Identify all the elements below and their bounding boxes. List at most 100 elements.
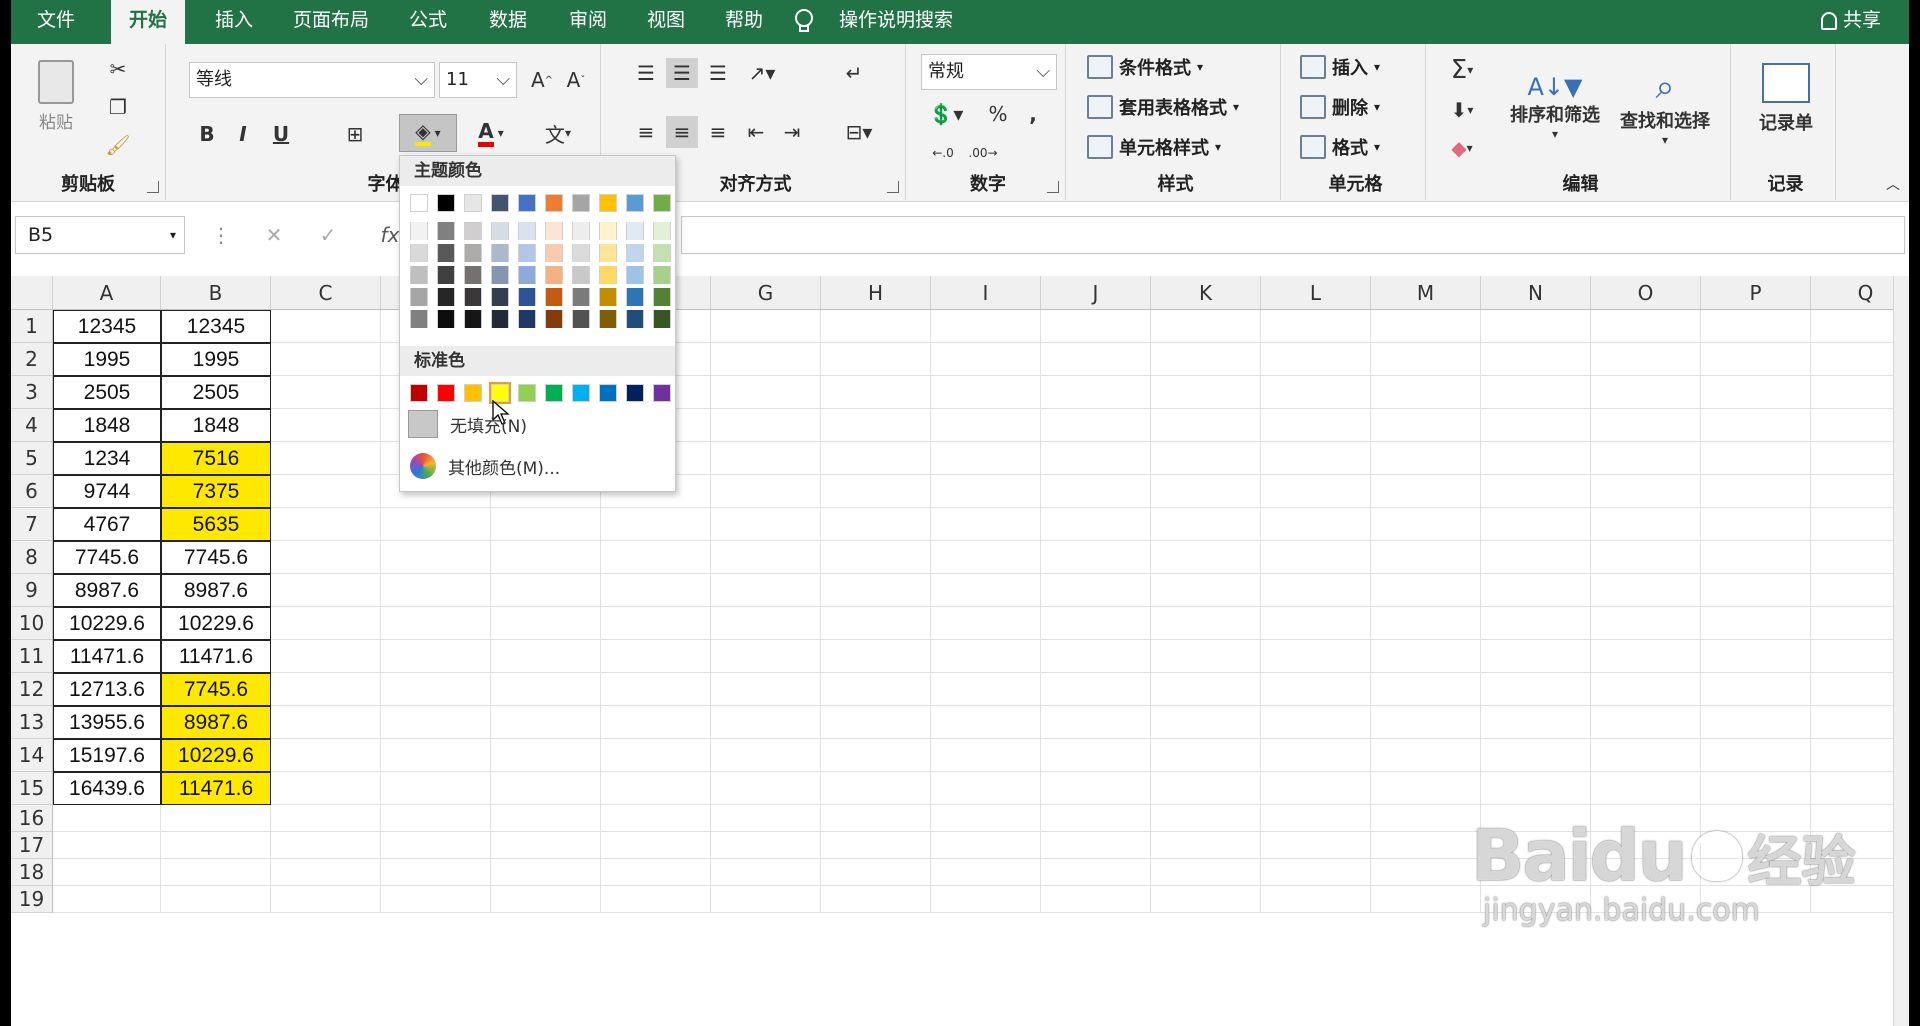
cell-c9[interactable]	[271, 574, 381, 607]
percent-button[interactable]: %	[983, 96, 1013, 132]
cell-l2[interactable]	[1261, 343, 1371, 376]
theme-shade-swatch[interactable]	[491, 266, 509, 284]
cell-o12[interactable]	[1591, 673, 1701, 706]
tab-home[interactable]: 开始	[111, 0, 185, 46]
column-header-l[interactable]: L	[1261, 276, 1371, 310]
cell-j9[interactable]	[1041, 574, 1151, 607]
theme-color-swatch[interactable]	[572, 194, 590, 212]
row-header-18[interactable]: 18	[11, 859, 53, 886]
cell-m8[interactable]	[1371, 541, 1481, 574]
clear-eraser-icon[interactable]: ◆ ▾	[1439, 132, 1485, 164]
standard-color-swatch[interactable]	[653, 384, 671, 402]
cell-n10[interactable]	[1481, 607, 1591, 640]
cell-i17[interactable]	[931, 832, 1041, 859]
cell-e15[interactable]	[491, 772, 601, 805]
tab-view[interactable]: 视图	[633, 0, 699, 44]
shrink-font-icon[interactable]: Aˇ	[561, 64, 591, 96]
cell-d17[interactable]	[381, 832, 491, 859]
number-launcher[interactable]	[1047, 181, 1059, 193]
theme-color-swatch[interactable]	[653, 194, 671, 212]
cell-b17[interactable]	[161, 832, 271, 859]
cell-b8[interactable]: 7745.6	[161, 541, 271, 574]
cell-a10[interactable]: 10229.6	[53, 607, 161, 640]
cell-d16[interactable]	[381, 805, 491, 832]
theme-color-swatch[interactable]	[491, 194, 509, 212]
column-header-n[interactable]: N	[1481, 276, 1591, 310]
cell-a16[interactable]	[53, 805, 161, 832]
cell-l19[interactable]	[1261, 886, 1371, 913]
theme-shade-swatch[interactable]	[464, 244, 482, 262]
comma-button[interactable]: ,	[1021, 96, 1045, 132]
cell-a3[interactable]: 2505	[53, 376, 161, 409]
cell-p7[interactable]	[1701, 508, 1811, 541]
cell-h13[interactable]	[821, 706, 931, 739]
cell-c1[interactable]	[271, 310, 381, 343]
cell-j12[interactable]	[1041, 673, 1151, 706]
row-header-10[interactable]: 10	[11, 607, 53, 640]
cell-n6[interactable]	[1481, 475, 1591, 508]
cell-m9[interactable]	[1371, 574, 1481, 607]
cell-e18[interactable]	[491, 859, 601, 886]
align-right-icon[interactable]: ≡	[702, 116, 734, 148]
column-header-c[interactable]: C	[271, 276, 381, 310]
cell-m12[interactable]	[1371, 673, 1481, 706]
clipboard-launcher[interactable]	[147, 181, 159, 193]
theme-color-swatch[interactable]	[626, 194, 644, 212]
cell-e10[interactable]	[491, 607, 601, 640]
cell-c8[interactable]	[271, 541, 381, 574]
cell-h12[interactable]	[821, 673, 931, 706]
currency-icon[interactable]: 💲▾	[923, 96, 969, 132]
cell-c14[interactable]	[271, 739, 381, 772]
row-header-4[interactable]: 4	[11, 409, 53, 442]
cell-n3[interactable]	[1481, 376, 1591, 409]
cell-i7[interactable]	[931, 508, 1041, 541]
cell-c19[interactable]	[271, 886, 381, 913]
cell-j15[interactable]	[1041, 772, 1151, 805]
standard-color-swatch[interactable]	[599, 384, 617, 402]
cell-k1[interactable]	[1151, 310, 1261, 343]
align-left-icon[interactable]: ≡	[630, 116, 662, 148]
theme-shade-swatch[interactable]	[626, 266, 644, 284]
cell-k12[interactable]	[1151, 673, 1261, 706]
cell-m15[interactable]	[1371, 772, 1481, 805]
underline-button[interactable]: U	[267, 118, 295, 150]
cell-l15[interactable]	[1261, 772, 1371, 805]
cell-h19[interactable]	[821, 886, 931, 913]
theme-shade-swatch[interactable]	[653, 222, 671, 240]
cell-l13[interactable]	[1261, 706, 1371, 739]
cell-k11[interactable]	[1151, 640, 1261, 673]
row-header-5[interactable]: 5	[11, 442, 53, 475]
cell-j8[interactable]	[1041, 541, 1151, 574]
cell-g8[interactable]	[711, 541, 821, 574]
row-header-13[interactable]: 13	[11, 706, 53, 739]
cell-i15[interactable]	[931, 772, 1041, 805]
cell-i6[interactable]	[931, 475, 1041, 508]
cell-p10[interactable]	[1701, 607, 1811, 640]
fill-down-icon[interactable]: ⬇ ▾	[1439, 94, 1485, 126]
tell-me-search[interactable]: 操作说明搜索	[839, 0, 953, 40]
format-as-table-button[interactable]: 套用表格格式 ▾	[1087, 94, 1239, 120]
cell-m4[interactable]	[1371, 409, 1481, 442]
cell-o5[interactable]	[1591, 442, 1701, 475]
cell-h1[interactable]	[821, 310, 931, 343]
theme-shade-swatch[interactable]	[518, 266, 536, 284]
cell-g14[interactable]	[711, 739, 821, 772]
cell-p14[interactable]	[1701, 739, 1811, 772]
theme-shade-swatch[interactable]	[572, 244, 590, 262]
cell-m18[interactable]	[1371, 859, 1481, 886]
cell-a11[interactable]: 11471.6	[53, 640, 161, 673]
cell-m3[interactable]	[1371, 376, 1481, 409]
cell-c3[interactable]	[271, 376, 381, 409]
cell-c6[interactable]	[271, 475, 381, 508]
theme-color-swatch[interactable]	[599, 194, 617, 212]
cell-d11[interactable]	[381, 640, 491, 673]
formula-input[interactable]	[681, 216, 1905, 254]
theme-shade-swatch[interactable]	[599, 310, 617, 328]
row-header-7[interactable]: 7	[11, 508, 53, 541]
theme-shade-swatch[interactable]	[491, 244, 509, 262]
cell-j2[interactable]	[1041, 343, 1151, 376]
cell-j4[interactable]	[1041, 409, 1151, 442]
cell-g4[interactable]	[711, 409, 821, 442]
theme-shade-swatch[interactable]	[545, 310, 563, 328]
cell-g18[interactable]	[711, 859, 821, 886]
